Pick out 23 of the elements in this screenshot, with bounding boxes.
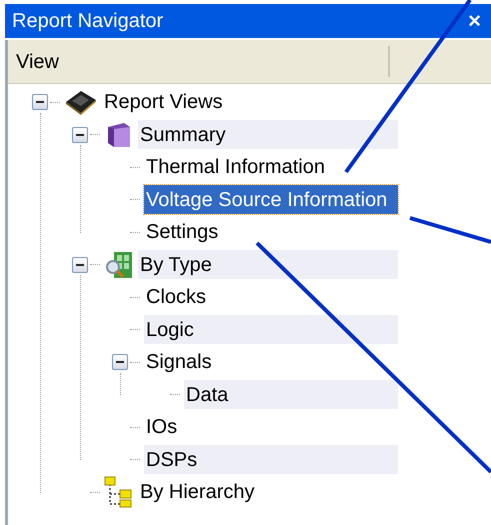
tree-item[interactable]: Summary — [138, 120, 398, 150]
tree-item[interactable]: Settings — [144, 218, 398, 247]
grid-search-icon — [104, 250, 134, 280]
collapse-toggle[interactable] — [112, 354, 128, 370]
tree-item[interactable]: Voltage Source Information — [144, 185, 398, 214]
tree-item[interactable]: DSPs — [144, 445, 398, 474]
chip-icon — [64, 88, 98, 116]
collapse-toggle[interactable] — [72, 126, 88, 143]
window-title: Report Navigator — [12, 9, 164, 34]
collapse-toggle[interactable] — [32, 94, 48, 110]
tree-item[interactable]: Signals — [144, 348, 398, 377]
tree-item[interactable]: IOs — [144, 412, 398, 442]
tree-item[interactable]: Thermal Information — [144, 152, 398, 182]
tree-item[interactable]: By Type — [138, 250, 398, 280]
column-heading[interactable]: View — [8, 46, 390, 77]
tree-item[interactable]: Report Views — [102, 88, 398, 117]
tree-item[interactable]: By Hierarchy — [138, 478, 398, 507]
tree-item[interactable]: Clocks — [144, 282, 398, 312]
tree-item[interactable]: Data — [184, 380, 398, 410]
tree-item[interactable]: Logic — [144, 315, 398, 344]
collapse-toggle[interactable] — [72, 256, 88, 273]
close-button[interactable]: × — [468, 10, 481, 32]
hierarchy-icon — [104, 476, 134, 508]
